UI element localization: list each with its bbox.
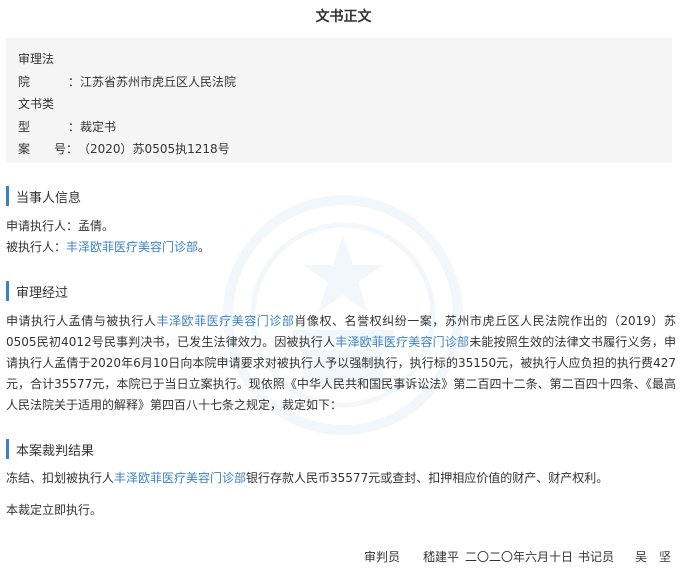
case-number-value: （2020）苏0505执1218号 — [78, 142, 230, 156]
process-paragraph: 申请执行人孟倩与被执行人丰泽欧菲医疗美容门诊部肖像权、名誉权纠纷一案，苏州市虎丘… — [6, 314, 676, 412]
document-title: 文书正文 — [315, 9, 372, 25]
respondent-line: 被执行人：丰泽欧菲医疗美容门诊部。 — [6, 240, 211, 254]
judge-label: 审判员 — [364, 550, 401, 564]
court-value: ：江苏省苏州市虎丘区人民法院 — [68, 74, 237, 89]
ruling-paragraph: 冻结、扣划被执行人丰泽欧菲医疗美容门诊部银行存款人民币35577元或查封、扣押相… — [6, 471, 609, 485]
doc-type-label-line1: 文书类 — [18, 97, 55, 111]
applicant-line: 申请执行人：孟倩。 — [6, 219, 115, 233]
case-meta-box: 审理法 院 ：江苏省苏州市虎丘区人民法院 文书类 型 ：裁定书 案 号： （20… — [6, 38, 672, 163]
applicant-name: 孟倩 — [78, 219, 103, 233]
clerk-name: 吴 坚 — [635, 550, 672, 564]
ruling-date: 二〇二〇年六月十日 — [465, 550, 574, 564]
parties-heading: 当事人信息 — [6, 186, 676, 206]
clerk-label: 书记员 — [578, 550, 615, 564]
respondent-link-1[interactable]: 丰泽欧菲医疗美容门诊部 — [156, 314, 294, 328]
court-label-line2: 院 — [18, 74, 31, 89]
doc-type-row: 文书类 型 ：裁定书 — [18, 93, 672, 138]
ruling-effect: 本裁定立即执行。 — [6, 503, 103, 517]
respondent-name-link[interactable]: 丰泽欧菲医疗美容门诊部 — [66, 240, 198, 254]
ruling-heading: 本案裁判结果 — [6, 439, 676, 459]
respondent-link-3[interactable]: 丰泽欧菲医疗美容门诊部 — [114, 471, 246, 485]
parties-section: 当事人信息 申请执行人：孟倩。 被执行人：丰泽欧菲医疗美容门诊部。 — [6, 186, 676, 258]
ruling-section: 本案裁判结果 冻结、扣划被执行人丰泽欧菲医疗美容门诊部银行存款人民币35577元… — [6, 439, 676, 521]
court-row: 审理法 院 ：江苏省苏州市虎丘区人民法院 — [18, 48, 672, 93]
case-number-row: 案 号： （2020）苏0505执1218号 — [18, 138, 672, 161]
judge-name: 嵇建平 — [423, 550, 460, 564]
case-number-label: 案 号： — [18, 142, 79, 156]
process-section: 审理经过 申请执行人孟倩与被执行人丰泽欧菲医疗美容门诊部肖像权、名誉权纠纷一案，… — [6, 281, 676, 416]
doc-type-value: ：裁定书 — [68, 119, 117, 134]
court-label-line1: 审理法 — [18, 52, 55, 66]
respondent-link-2[interactable]: 丰泽欧菲医疗美容门诊部 — [335, 335, 469, 349]
process-heading: 审理经过 — [6, 281, 676, 301]
doc-type-label-line2: 型 — [18, 119, 31, 134]
